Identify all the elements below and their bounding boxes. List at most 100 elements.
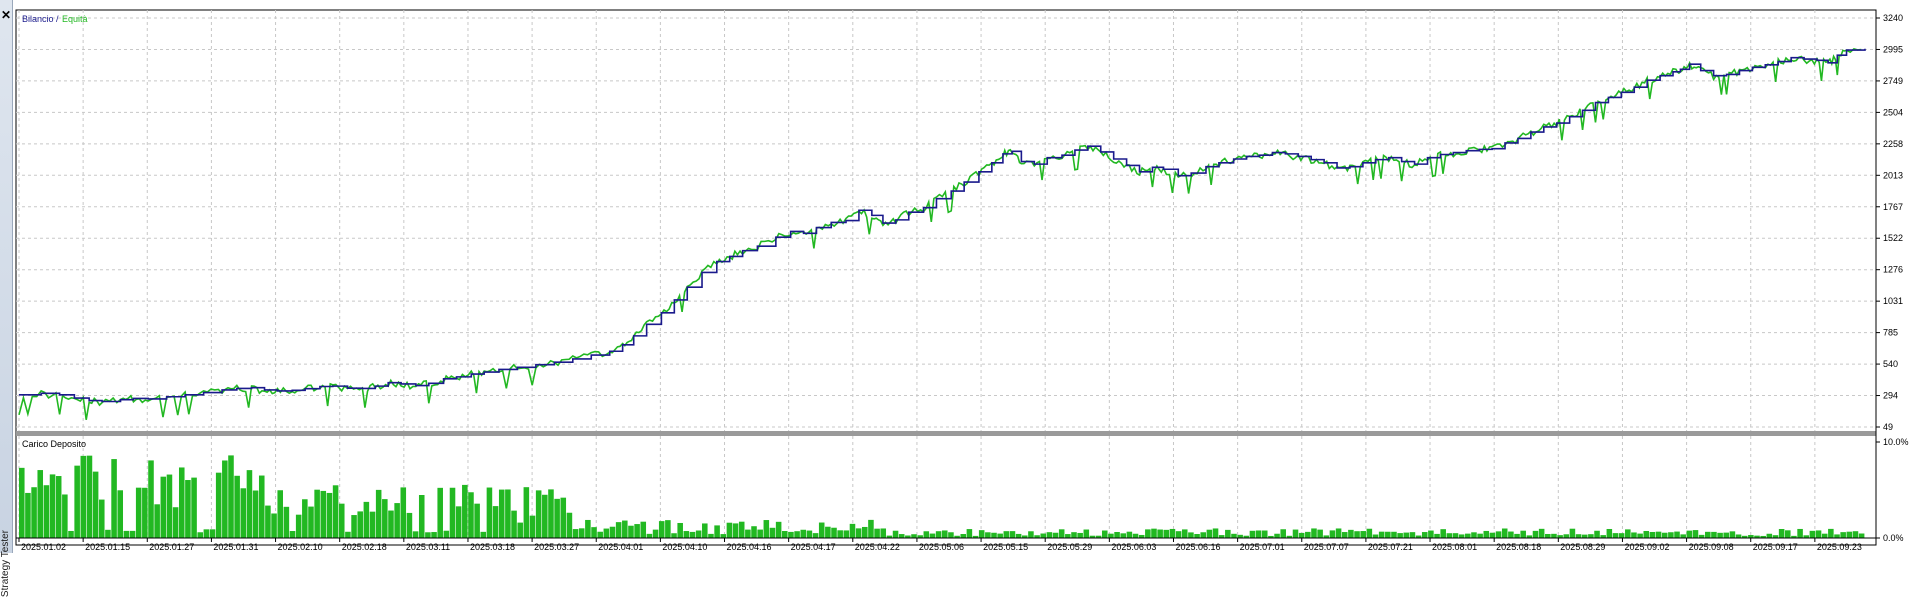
deposit-bar: [1711, 531, 1717, 538]
deposit-bar: [1643, 530, 1650, 538]
deposit-bar: [142, 487, 148, 538]
deposit-bar: [1852, 531, 1859, 538]
legend-equity: Equità: [62, 14, 88, 24]
deposit-bar: [1206, 529, 1213, 538]
pane-separator[interactable]: [16, 431, 1876, 436]
deposit-bar: [1532, 530, 1539, 538]
deposit-bar: [517, 522, 523, 538]
x-tick-label: 2025.05.15: [983, 542, 1028, 552]
deposit-bar: [942, 530, 948, 538]
x-tick-label: 2025.03.18: [470, 542, 515, 552]
deposit-bar: [560, 497, 567, 538]
deposit-bar: [1181, 529, 1188, 538]
deposit-bar: [622, 520, 628, 538]
deposit-bar: [431, 532, 437, 538]
deposit-bar: [1452, 533, 1459, 538]
deposit-bar: [1114, 532, 1120, 538]
x-tick-label: 2025.01.15: [85, 542, 130, 552]
deposit-bar: [862, 526, 868, 538]
deposit-bar: [1145, 529, 1151, 538]
deposit-bar: [246, 470, 253, 538]
y-tick-label: 2013: [1883, 170, 1903, 180]
deposit-bar: [769, 527, 776, 538]
deposit-bar: [166, 474, 173, 538]
deposit-bar: [148, 460, 154, 538]
deposit-bar: [326, 492, 333, 538]
deposit-bar: [486, 487, 493, 538]
y-tick-label: 10.0%: [1883, 437, 1909, 447]
deposit-bar: [1108, 533, 1114, 538]
deposit-bar: [215, 472, 222, 538]
deposit-bar: [1428, 530, 1434, 538]
deposit-bar: [997, 533, 1003, 538]
deposit-bar: [1065, 534, 1071, 538]
deposit-bar: [683, 531, 690, 538]
deposit-bar: [1003, 531, 1010, 538]
deposit-bar: [818, 522, 825, 538]
deposit-bar: [529, 515, 536, 538]
deposit-bar: [757, 529, 763, 538]
deposit-bar: [455, 506, 462, 538]
deposit-bar: [37, 470, 44, 538]
deposit-bar: [135, 487, 142, 538]
deposit-bar: [357, 511, 363, 538]
deposit-bar: [1194, 534, 1200, 538]
deposit-bar: [369, 511, 376, 538]
deposit-bar: [806, 530, 813, 538]
deposit-bar: [991, 532, 997, 538]
deposit-bar: [1169, 528, 1176, 538]
deposit-bar: [474, 503, 480, 538]
deposit-bar: [25, 492, 31, 538]
deposit-bar: [1366, 528, 1373, 538]
deposit-bar: [1058, 529, 1065, 538]
deposit-bar: [591, 527, 597, 538]
deposit-bar: [1508, 531, 1514, 538]
deposit-bar: [1821, 533, 1828, 538]
deposit-bar: [738, 521, 745, 538]
deposit-bar: [1101, 530, 1108, 538]
y-tick-label: 2749: [1883, 76, 1903, 86]
deposit-bar: [1126, 531, 1133, 538]
deposit-bar: [228, 455, 234, 538]
deposit-bar: [271, 513, 277, 538]
deposit-bar: [1858, 533, 1865, 538]
deposit-bar: [1120, 533, 1126, 538]
deposit-bar: [1249, 530, 1256, 538]
deposit-bar: [923, 531, 930, 538]
deposit-bar: [794, 531, 800, 538]
deposit-bar: [498, 489, 505, 538]
deposit-bar: [1009, 531, 1016, 538]
x-tick-label: 2025.08.01: [1432, 542, 1477, 552]
y-tick-label: 540: [1883, 359, 1898, 369]
deposit-bar: [1335, 528, 1342, 538]
deposit-bar: [437, 487, 443, 538]
y-tick-label: 1767: [1883, 202, 1903, 212]
x-tick-label: 2025.05.29: [1047, 542, 1092, 552]
y-tick-label: 0.0%: [1883, 533, 1904, 543]
deposit-bar: [702, 523, 708, 538]
deposit-bar: [283, 506, 290, 538]
x-tick-label: 2025.07.01: [1240, 542, 1285, 552]
deposit-bar: [1305, 531, 1311, 538]
deposit-bar: [406, 512, 413, 538]
deposit-bar: [1354, 531, 1360, 538]
deposit-bar: [1785, 530, 1791, 538]
deposit-bar: [1372, 534, 1379, 538]
deposit-bar: [911, 534, 917, 538]
deposit-bar: [628, 525, 634, 538]
deposit-bar: [714, 525, 720, 538]
deposit-bar: [1280, 529, 1286, 538]
deposit-bar: [74, 465, 80, 538]
deposit-bar: [1311, 528, 1317, 538]
deposit-bar: [1495, 531, 1502, 538]
deposit-bar: [554, 498, 560, 538]
deposit-bar: [1298, 532, 1305, 538]
deposit-bar: [394, 503, 400, 538]
deposit-bar: [1631, 532, 1637, 538]
deposit-bar: [1157, 529, 1163, 538]
deposit-bar: [548, 489, 554, 538]
deposit-bar: [412, 531, 419, 538]
deposit-bar: [566, 512, 573, 538]
deposit-bar: [1132, 533, 1139, 538]
deposit-bar: [1409, 532, 1416, 538]
